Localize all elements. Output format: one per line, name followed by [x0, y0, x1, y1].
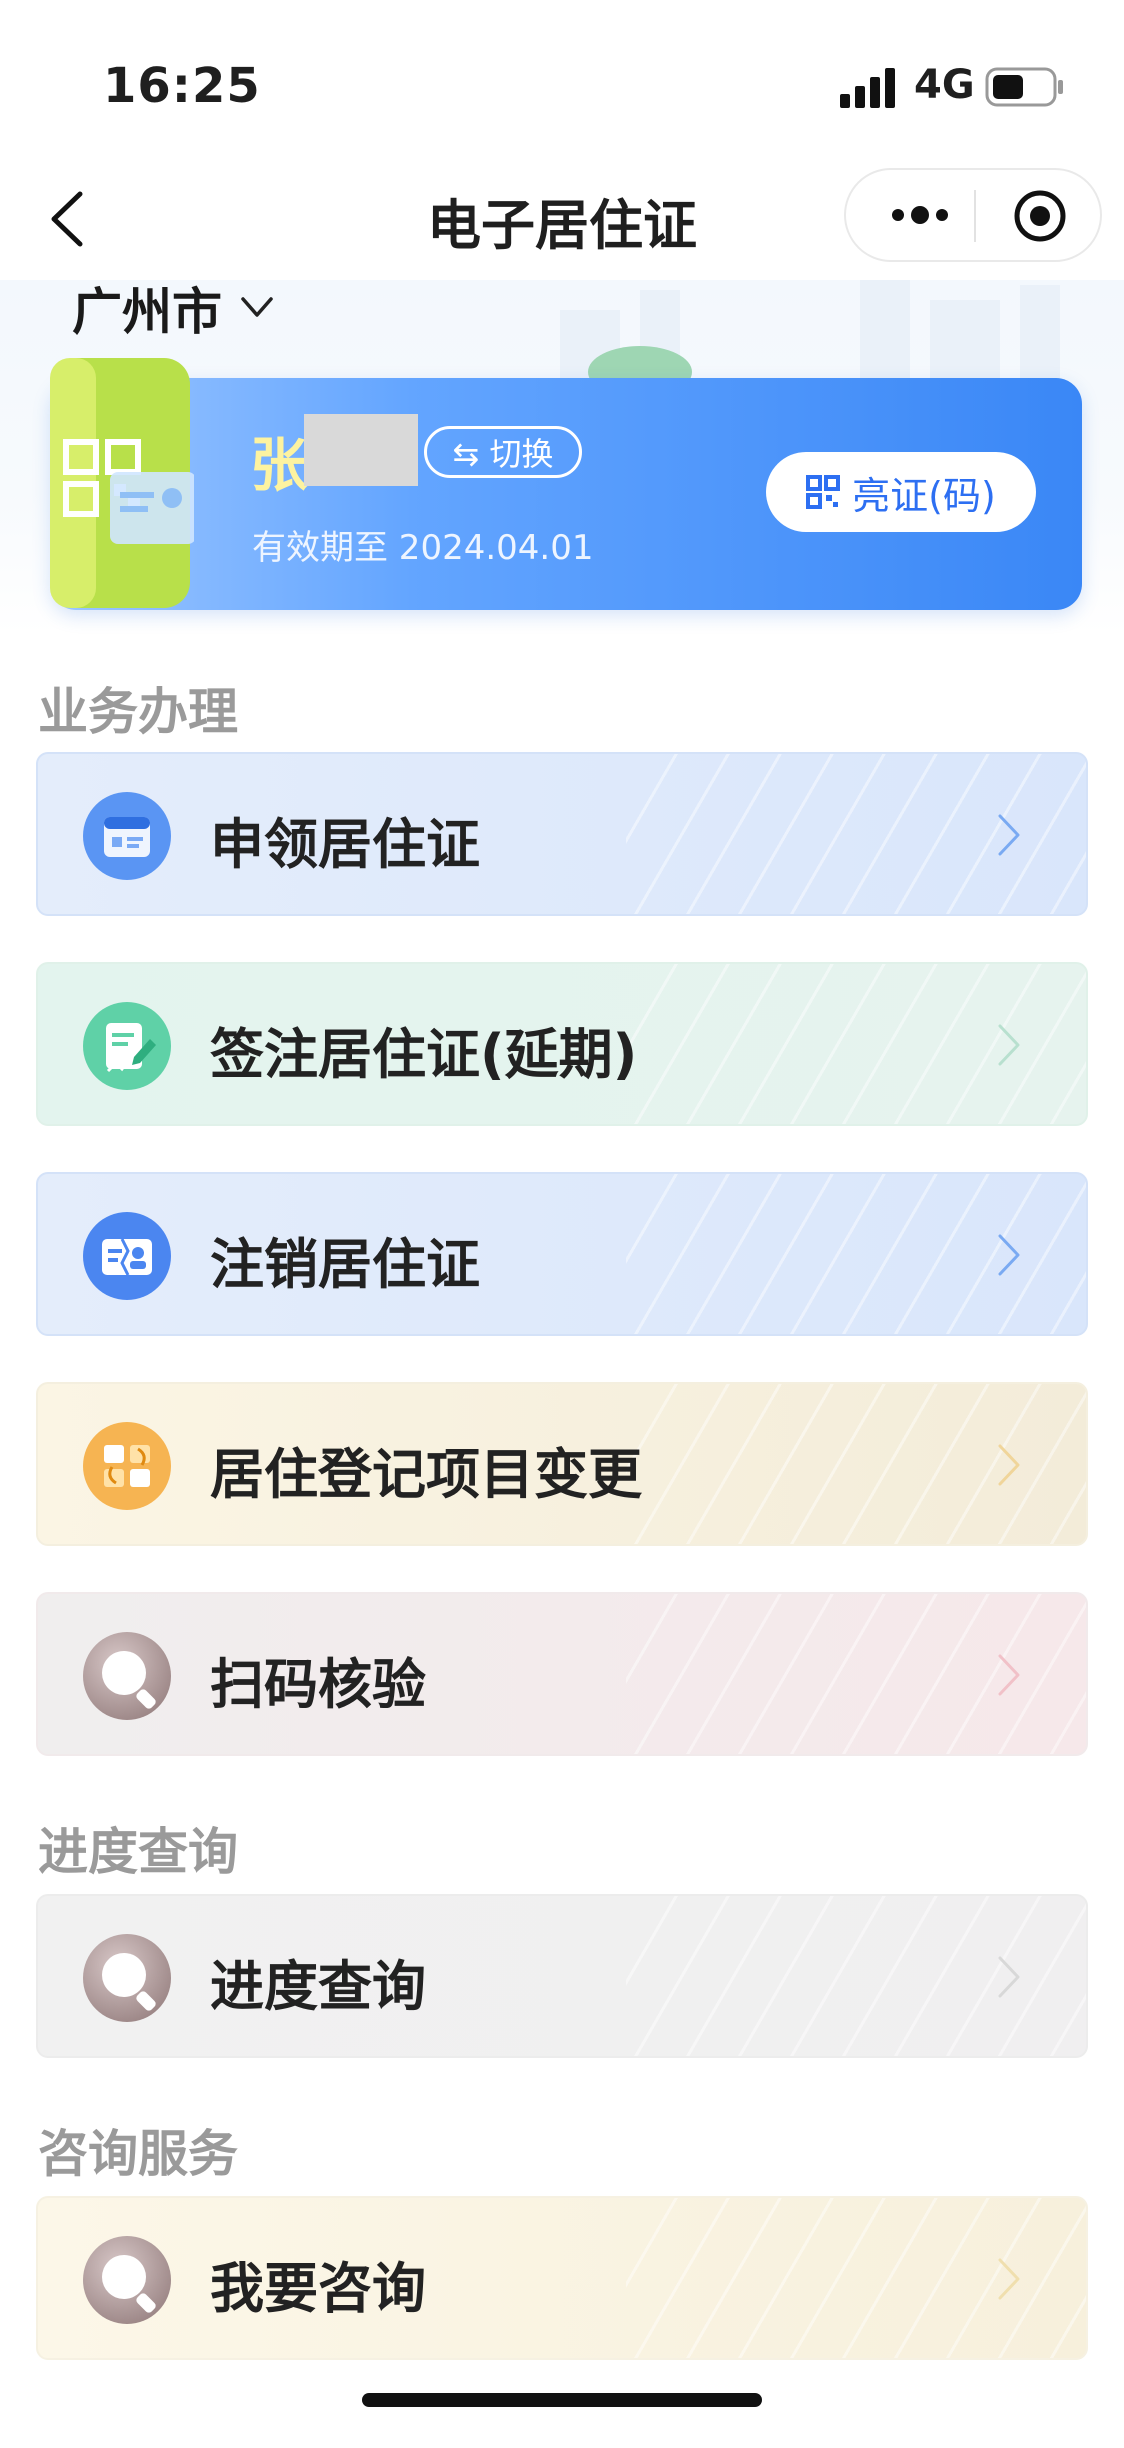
chevron-down-icon[interactable] — [240, 294, 274, 320]
service-scan-verify[interactable]: 扫码核验 — [36, 1592, 1088, 1756]
service-label: 签注居住证(延期) — [210, 1023, 638, 1086]
cancel-card-icon — [83, 1212, 171, 1300]
mini-program-capsule — [844, 168, 1102, 262]
capsule-divider — [974, 190, 976, 242]
name-redaction — [304, 414, 418, 486]
card-holder-name: 张 — [250, 431, 309, 499]
section-title-consult: 咨询服务 — [38, 2125, 238, 2183]
status-time: 16:25 — [103, 58, 261, 114]
service-progress-query[interactable]: 进度查询 — [36, 1894, 1088, 2058]
close-target-icon[interactable] — [1012, 188, 1068, 244]
qr-code-icon — [806, 475, 841, 509]
id-card-icon — [83, 792, 171, 880]
service-label: 扫码核验 — [210, 1653, 426, 1716]
chevron-right-icon — [998, 1444, 1020, 1486]
service-endorse-residence-permit[interactable]: 签注居住证(延期) — [36, 962, 1088, 1126]
section-title-business: 业务办理 — [38, 683, 238, 741]
switch-label: ⇆ 切换 — [452, 435, 554, 473]
battery-icon — [985, 67, 1063, 107]
service-label: 进度查询 — [210, 1955, 426, 2018]
show-code-label: 亮证(码) — [852, 473, 996, 518]
chevron-right-icon — [998, 1654, 1020, 1696]
chevron-right-icon — [998, 2258, 1020, 2300]
service-change-residence-record[interactable]: 居住登记项目变更 — [36, 1382, 1088, 1546]
service-label: 申领居住证 — [210, 813, 480, 876]
status-bar: 16:25 4G — [0, 0, 1124, 170]
city-selector[interactable]: 广州市 — [72, 272, 222, 344]
service-apply-residence-permit[interactable]: 申领居住证 — [36, 752, 1088, 916]
show-code-button[interactable]: 亮证(码) — [766, 452, 1036, 532]
card-expiry: 有效期至 2024.04.01 — [252, 528, 594, 568]
change-record-icon — [83, 1422, 171, 1510]
search-icon — [83, 1934, 171, 2022]
service-label: 居住登记项目变更 — [210, 1443, 642, 1506]
section-title-progress: 进度查询 — [38, 1823, 238, 1881]
chevron-right-icon — [998, 1024, 1020, 1066]
signal-icon — [840, 68, 895, 108]
more-icon[interactable] — [890, 200, 950, 230]
switch-card-button[interactable]: ⇆ 切换 — [424, 426, 582, 478]
service-label: 注销居住证 — [210, 1233, 480, 1296]
service-consult[interactable]: 我要咨询 — [36, 2196, 1088, 2360]
service-label: 我要咨询 — [210, 2257, 426, 2320]
service-cancel-residence-permit[interactable]: 注销居住证 — [36, 1172, 1088, 1336]
network-type: 4G — [914, 62, 975, 108]
chevron-right-icon — [998, 814, 1020, 856]
search-icon — [83, 2236, 171, 2324]
search-icon — [83, 1632, 171, 1720]
edit-document-icon — [83, 1002, 171, 1090]
home-indicator[interactable] — [362, 2393, 762, 2407]
chevron-right-icon — [998, 1234, 1020, 1276]
phone-qr-illustration — [50, 358, 194, 608]
chevron-right-icon — [998, 1956, 1020, 1998]
